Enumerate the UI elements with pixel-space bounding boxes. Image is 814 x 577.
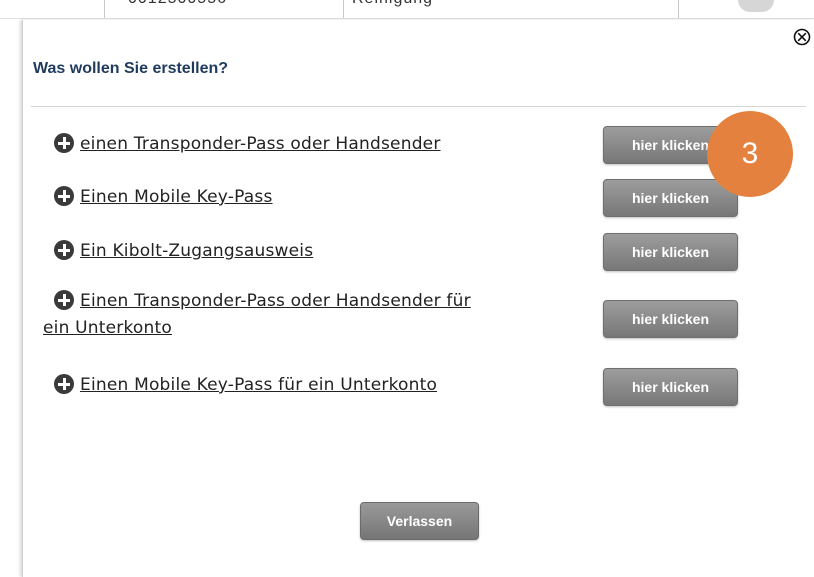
plus-circle-icon [54, 290, 74, 310]
option-mobile-key-pass: Einen Mobile Key-Pass [54, 184, 273, 211]
option-transponder-pass-subaccount: Einen Transponder-Pass oder Handsender f… [43, 288, 583, 342]
step-number-badge: 3 [707, 111, 793, 197]
title-divider [31, 106, 806, 107]
exit-button[interactable]: Verlassen [360, 502, 479, 540]
plus-circle-icon [54, 186, 74, 206]
dialog-title: Was wollen Sie erstellen? [33, 60, 229, 77]
close-icon[interactable] [793, 28, 811, 46]
create-dialog: Was wollen Sie erstellen? einen Transpon… [22, 20, 814, 577]
table-divider [104, 0, 105, 18]
plus-circle-icon [54, 374, 74, 394]
option-link-transponder-pass[interactable]: einen Transponder-Pass oder Handsender [80, 134, 441, 154]
click-here-button-mobile-key-pass-subaccount[interactable]: hier klicken [603, 368, 738, 406]
option-link-transponder-pass-subaccount-line2[interactable]: ein Unterkonto [43, 318, 172, 338]
option-link-kibolt-access[interactable]: Ein Kibolt-Zugangsausweis [80, 241, 313, 261]
option-kibolt-access: Ein Kibolt-Zugangsausweis [54, 238, 313, 265]
option-transponder-pass: einen Transponder-Pass oder Handsender [54, 131, 441, 158]
table-row-border [0, 18, 814, 19]
background-cell-number: 0012500556 [128, 0, 227, 8]
option-mobile-key-pass-subaccount: Einen Mobile Key-Pass für ein Unterkonto [54, 372, 437, 399]
click-here-button-kibolt-access[interactable]: hier klicken [603, 233, 738, 271]
option-link-transponder-pass-subaccount[interactable]: Einen Transponder-Pass oder Handsender f… [80, 291, 471, 311]
option-link-mobile-key-pass[interactable]: Einen Mobile Key-Pass [80, 187, 273, 207]
table-divider [678, 0, 679, 18]
background-cell-type: Reinigung [352, 0, 433, 8]
background-action-icon [738, 0, 774, 12]
option-link-mobile-key-pass-subaccount[interactable]: Einen Mobile Key-Pass für ein Unterkonto [80, 375, 437, 395]
click-here-button-mobile-key-pass[interactable]: hier klicken [603, 179, 738, 217]
plus-circle-icon [54, 240, 74, 260]
plus-circle-icon [54, 133, 74, 153]
table-divider [343, 0, 344, 18]
click-here-button-transponder-pass-subaccount[interactable]: hier klicken [603, 300, 738, 338]
